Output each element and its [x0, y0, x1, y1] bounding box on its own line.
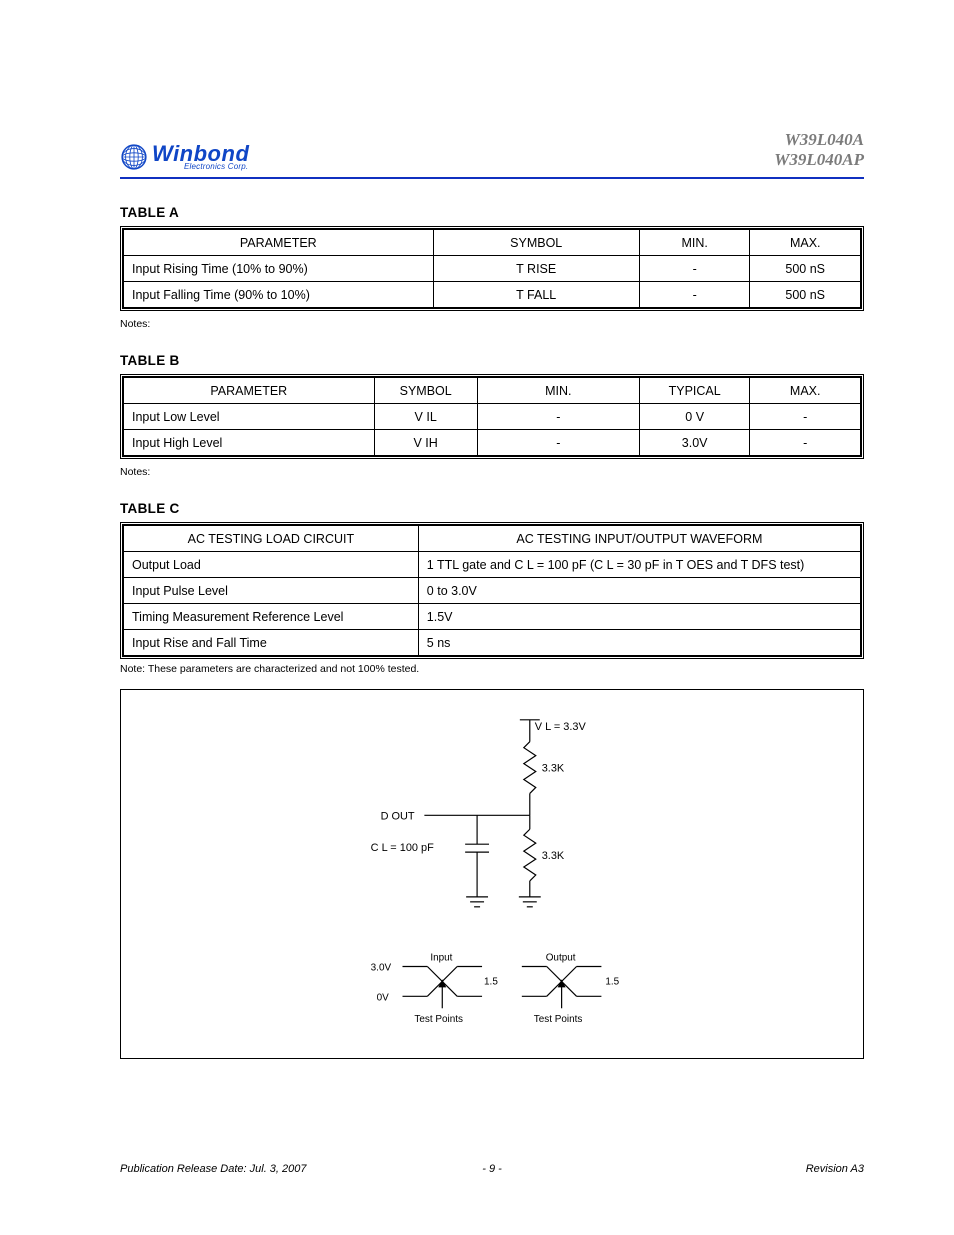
cell: 500 nS — [750, 256, 861, 282]
footer-right: Revision A3 — [806, 1163, 864, 1175]
table-row: Input High Level V IH - 3.0V - — [124, 430, 861, 456]
col-header: TYPICAL — [639, 378, 750, 404]
doc-header: Winbond Electronics Corp. W39L040A W39L0… — [120, 130, 864, 179]
table-row: PARAMETER SYMBOL MIN. TYPICAL MAX. — [124, 378, 861, 404]
cell: Output Load — [124, 552, 419, 578]
cell: - — [750, 404, 861, 430]
cell: V IH — [374, 430, 477, 456]
svg-text:Output: Output — [546, 953, 576, 964]
cell: 0 to 3.0V — [418, 578, 860, 604]
table-row: Input Falling Time (90% to 10%) T FALL -… — [124, 282, 861, 308]
table-c-title: TABLE C — [120, 501, 864, 516]
col-header: SYMBOL — [433, 230, 639, 256]
part-line-1: W39L040A — [785, 130, 864, 150]
globe-icon — [120, 143, 148, 171]
cell: 500 nS — [750, 282, 861, 308]
col-header: MAX. — [750, 378, 861, 404]
cell: T FALL — [433, 282, 639, 308]
page-footer: Publication Release Date: Jul. 3, 2007 -… — [120, 1163, 864, 1175]
cell: Input Low Level — [124, 404, 375, 430]
cell: Timing Measurement Reference Level — [124, 604, 419, 630]
table-row: Timing Measurement Reference Level 1.5V — [124, 604, 861, 630]
table-row: Output Load 1 TTL gate and C L = 100 pF … — [124, 552, 861, 578]
cell: Input Pulse Level — [124, 578, 419, 604]
logo-row: Winbond Electronics Corp. W39L040A W39L0… — [120, 130, 864, 171]
svg-text:C L = 100 pF: C L = 100 pF — [371, 842, 434, 854]
svg-text:Input: Input — [430, 953, 452, 964]
part-line-2: W39L040AP — [774, 150, 864, 170]
cell: Input Rising Time (10% to 90%) — [124, 256, 434, 282]
cell: 1.5V — [418, 604, 860, 630]
svg-text:3.3K: 3.3K — [542, 763, 565, 775]
cell: - — [750, 430, 861, 456]
table-c: AC TESTING LOAD CIRCUIT AC TESTING INPUT… — [120, 522, 864, 659]
svg-text:V L = 3.3V: V L = 3.3V — [535, 721, 587, 733]
col-header: SYMBOL — [374, 378, 477, 404]
header-rule — [120, 177, 864, 179]
table-row: PARAMETER SYMBOL MIN. MAX. — [124, 230, 861, 256]
col-header: MAX. — [750, 230, 861, 256]
cell: 3.0V — [639, 430, 750, 456]
table-a-title: TABLE A — [120, 205, 864, 220]
footer-left: Publication Release Date: Jul. 3, 2007 — [120, 1163, 307, 1175]
main-content: TABLE A PARAMETER SYMBOL MIN. MAX. Input… — [120, 195, 864, 1059]
cell: - — [639, 282, 750, 308]
svg-text:1.5: 1.5 — [605, 977, 619, 988]
cell: 0 V — [639, 404, 750, 430]
table-row: Input Pulse Level 0 to 3.0V — [124, 578, 861, 604]
svg-text:3.3K: 3.3K — [542, 850, 565, 862]
table-row: Input Rising Time (10% to 90%) T RISE - … — [124, 256, 861, 282]
svg-text:0V: 0V — [377, 993, 390, 1004]
table-b: PARAMETER SYMBOL MIN. TYPICAL MAX. Input… — [120, 374, 864, 459]
table-a-notes: Notes: — [120, 317, 864, 331]
col-header: MIN. — [477, 378, 639, 404]
table-row: Input Rise and Fall Time 5 ns — [124, 630, 861, 656]
svg-text:Test Points: Test Points — [534, 1015, 583, 1026]
svg-text:Test Points: Test Points — [414, 1015, 463, 1026]
cell: Input Rise and Fall Time — [124, 630, 419, 656]
company-logo: Winbond Electronics Corp. — [120, 143, 249, 171]
col-header: AC TESTING LOAD CIRCUIT — [124, 526, 419, 552]
col-header: PARAMETER — [124, 378, 375, 404]
col-header: MIN. — [639, 230, 750, 256]
cell: - — [477, 404, 639, 430]
cell: 1 TTL gate and C L = 100 pF (C L = 30 pF… — [418, 552, 860, 578]
table-row: Input Low Level V IL - 0 V - — [124, 404, 861, 430]
part-number: W39L040A W39L040AP — [774, 130, 864, 171]
cell: Input Falling Time (90% to 10%) — [124, 282, 434, 308]
cell: - — [639, 256, 750, 282]
cell: Input High Level — [124, 430, 375, 456]
footer-page: - 9 - — [482, 1163, 502, 1175]
circuit-svg: V L = 3.3V 3.3K D OUT — [121, 690, 863, 1058]
logo-subtitle: Electronics Corp. — [184, 163, 249, 171]
table-a: PARAMETER SYMBOL MIN. MAX. Input Rising … — [120, 226, 864, 311]
cell: 5 ns — [418, 630, 860, 656]
table-b-notes: Notes: — [120, 465, 864, 479]
table-c-note: Note: These parameters are characterized… — [120, 663, 864, 675]
col-header: PARAMETER — [124, 230, 434, 256]
cell: V IL — [374, 404, 477, 430]
cell: - — [477, 430, 639, 456]
col-header: AC TESTING INPUT/OUTPUT WAVEFORM — [418, 526, 860, 552]
table-row: AC TESTING LOAD CIRCUIT AC TESTING INPUT… — [124, 526, 861, 552]
circuit-waveform-diagram: V L = 3.3V 3.3K D OUT — [120, 689, 864, 1059]
table-b-title: TABLE B — [120, 353, 864, 368]
svg-text:1.5: 1.5 — [484, 977, 498, 988]
svg-text:3.0V: 3.0V — [371, 963, 392, 974]
cell: T RISE — [433, 256, 639, 282]
svg-text:D OUT: D OUT — [381, 811, 415, 823]
